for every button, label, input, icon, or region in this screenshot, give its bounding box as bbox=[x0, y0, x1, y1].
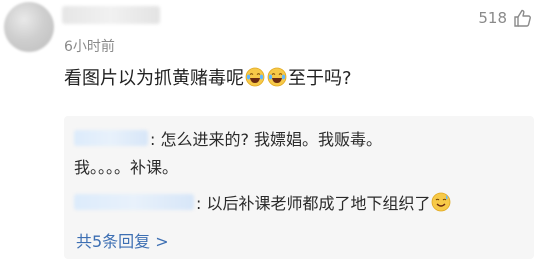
comment-text: 看图片以为抓黄赌毒呢 至于吗? bbox=[64, 64, 352, 90]
thumb-up-icon bbox=[514, 9, 531, 27]
comment-text-part1: 看图片以为抓黄赌毒呢 bbox=[64, 68, 244, 89]
reply-2-text: : 以后补课老师都成了地下组织了 bbox=[196, 194, 431, 213]
reply-1-text-line2: 我。。。。补课。 bbox=[74, 158, 179, 177]
like-count: 518 bbox=[478, 9, 507, 27]
comment-time: 6小时前 bbox=[64, 39, 115, 55]
reply-1-continued: 我。。。。补课。 bbox=[74, 154, 178, 178]
reply-thread: : 怎么进来的? 我嫖娼。我贩毒。 我。。。。补课。 : 以后补课老师都成了地下… bbox=[64, 116, 534, 259]
laughing-tears-emoji bbox=[267, 67, 287, 87]
reply-username-blurred[interactable] bbox=[74, 194, 194, 210]
username-blurred[interactable] bbox=[62, 6, 160, 24]
comment-text-part2: 至于吗? bbox=[288, 68, 352, 89]
like-button[interactable]: 518 bbox=[478, 8, 533, 28]
view-all-replies-link[interactable]: 共5条回复 > bbox=[76, 228, 169, 252]
comment-card: 6小时前 518 看图片以为抓黄赌毒呢 至于吗?: 怎么进来的? 我嫖娼。我贩… bbox=[0, 0, 543, 264]
reply-1-text: : 怎么进来的? 我嫖娼。我贩毒。 bbox=[150, 130, 383, 149]
sweat-smile-emoji bbox=[432, 192, 451, 212]
reply-2[interactable]: : 以后补课老师都成了地下组织了 bbox=[74, 190, 452, 214]
avatar[interactable] bbox=[4, 2, 54, 52]
reply-1[interactable]: : 怎么进来的? 我嫖娼。我贩毒。 bbox=[74, 126, 382, 150]
laughing-tears-emoji bbox=[245, 67, 265, 87]
reply-username-blurred[interactable] bbox=[74, 130, 148, 146]
